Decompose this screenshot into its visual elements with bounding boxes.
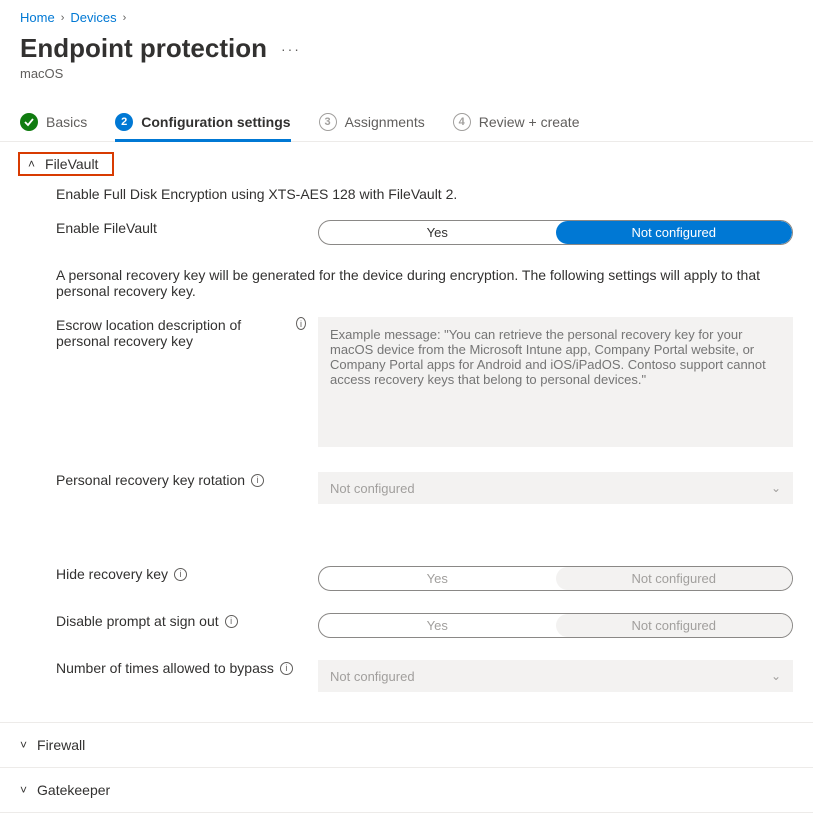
check-icon [20, 113, 38, 131]
toggle-notconfigured-option[interactable]: Not configured [556, 614, 793, 637]
tab-basics-label: Basics [46, 114, 87, 130]
toggle-yes-option[interactable]: Yes [319, 614, 556, 637]
hide-recovery-toggle[interactable]: Yes Not configured [318, 566, 793, 591]
escrow-description-label: Escrow location description of personal … [56, 317, 290, 349]
breadcrumb: Home › Devices › [0, 0, 813, 31]
step-number-icon: 2 [115, 113, 133, 131]
toggle-yes-option[interactable]: Yes [319, 221, 556, 244]
section-gatekeeper: ˅ Gatekeeper [0, 768, 813, 813]
page-subtitle: macOS [0, 64, 813, 105]
toggle-yes-option[interactable]: Yes [319, 567, 556, 590]
info-icon[interactable]: i [251, 474, 264, 487]
info-icon[interactable]: i [174, 568, 187, 581]
tab-review-create[interactable]: 4 Review + create [453, 105, 580, 141]
toggle-notconfigured-option[interactable]: Not configured [556, 567, 793, 590]
rotation-label: Personal recovery key rotation [56, 472, 245, 488]
bypass-label: Number of times allowed to bypass [56, 660, 274, 676]
section-firewall-title: Firewall [37, 737, 85, 753]
chevron-right-icon: › [123, 12, 127, 24]
section-filevault-header[interactable]: ˄ FileVault [14, 148, 118, 180]
info-icon[interactable]: i [225, 615, 238, 628]
tab-assignments[interactable]: 3 Assignments [319, 105, 425, 141]
chevron-down-icon: ⌄ [771, 481, 781, 495]
step-number-icon: 3 [319, 113, 337, 131]
rotation-dropdown[interactable]: Not configured ⌄ [318, 472, 793, 504]
chevron-right-icon: › [61, 12, 65, 24]
tab-configuration-settings[interactable]: 2 Configuration settings [115, 105, 290, 141]
page-title: Endpoint protection [20, 33, 267, 64]
breadcrumb-home[interactable]: Home [20, 10, 55, 25]
toggle-notconfigured-option[interactable]: Not configured [556, 221, 793, 244]
section-gatekeeper-title: Gatekeeper [37, 782, 110, 798]
hide-recovery-label: Hide recovery key [56, 566, 168, 582]
bypass-dropdown[interactable]: Not configured ⌄ [318, 660, 793, 692]
escrow-description-input[interactable] [318, 317, 793, 447]
chevron-down-icon: ⌄ [771, 669, 781, 683]
chevron-down-icon: ˅ [20, 738, 27, 752]
info-icon[interactable]: i [280, 662, 293, 675]
chevron-down-icon: ˅ [20, 783, 27, 797]
section-filevault-title: FileVault [45, 156, 98, 172]
disable-prompt-toggle[interactable]: Yes Not configured [318, 613, 793, 638]
section-gatekeeper-header[interactable]: ˅ Gatekeeper [0, 768, 813, 812]
tab-basics[interactable]: Basics [20, 105, 87, 141]
tab-review-label: Review + create [479, 114, 580, 130]
filevault-description: Enable Full Disk Encryption using XTS-AE… [56, 186, 793, 202]
breadcrumb-devices[interactable]: Devices [70, 10, 116, 25]
rotation-dropdown-value: Not configured [330, 481, 415, 496]
step-number-icon: 4 [453, 113, 471, 131]
wizard-steps: Basics 2 Configuration settings 3 Assign… [0, 105, 813, 142]
disable-prompt-label: Disable prompt at sign out [56, 613, 219, 629]
section-firewall-header[interactable]: ˅ Firewall [0, 723, 813, 767]
bypass-dropdown-value: Not configured [330, 669, 415, 684]
info-icon[interactable]: i [296, 317, 306, 330]
tab-config-label: Configuration settings [141, 114, 290, 130]
recovery-key-note: A personal recovery key will be generate… [56, 267, 793, 299]
section-filevault: ˄ FileVault Enable Full Disk Encryption … [0, 148, 813, 723]
more-actions-button[interactable]: ··· [281, 41, 301, 57]
enable-filevault-label: Enable FileVault [56, 220, 157, 236]
chevron-up-icon: ˄ [28, 157, 35, 171]
section-firewall: ˅ Firewall [0, 723, 813, 768]
enable-filevault-toggle[interactable]: Yes Not configured [318, 220, 793, 245]
tab-assignments-label: Assignments [345, 114, 425, 130]
